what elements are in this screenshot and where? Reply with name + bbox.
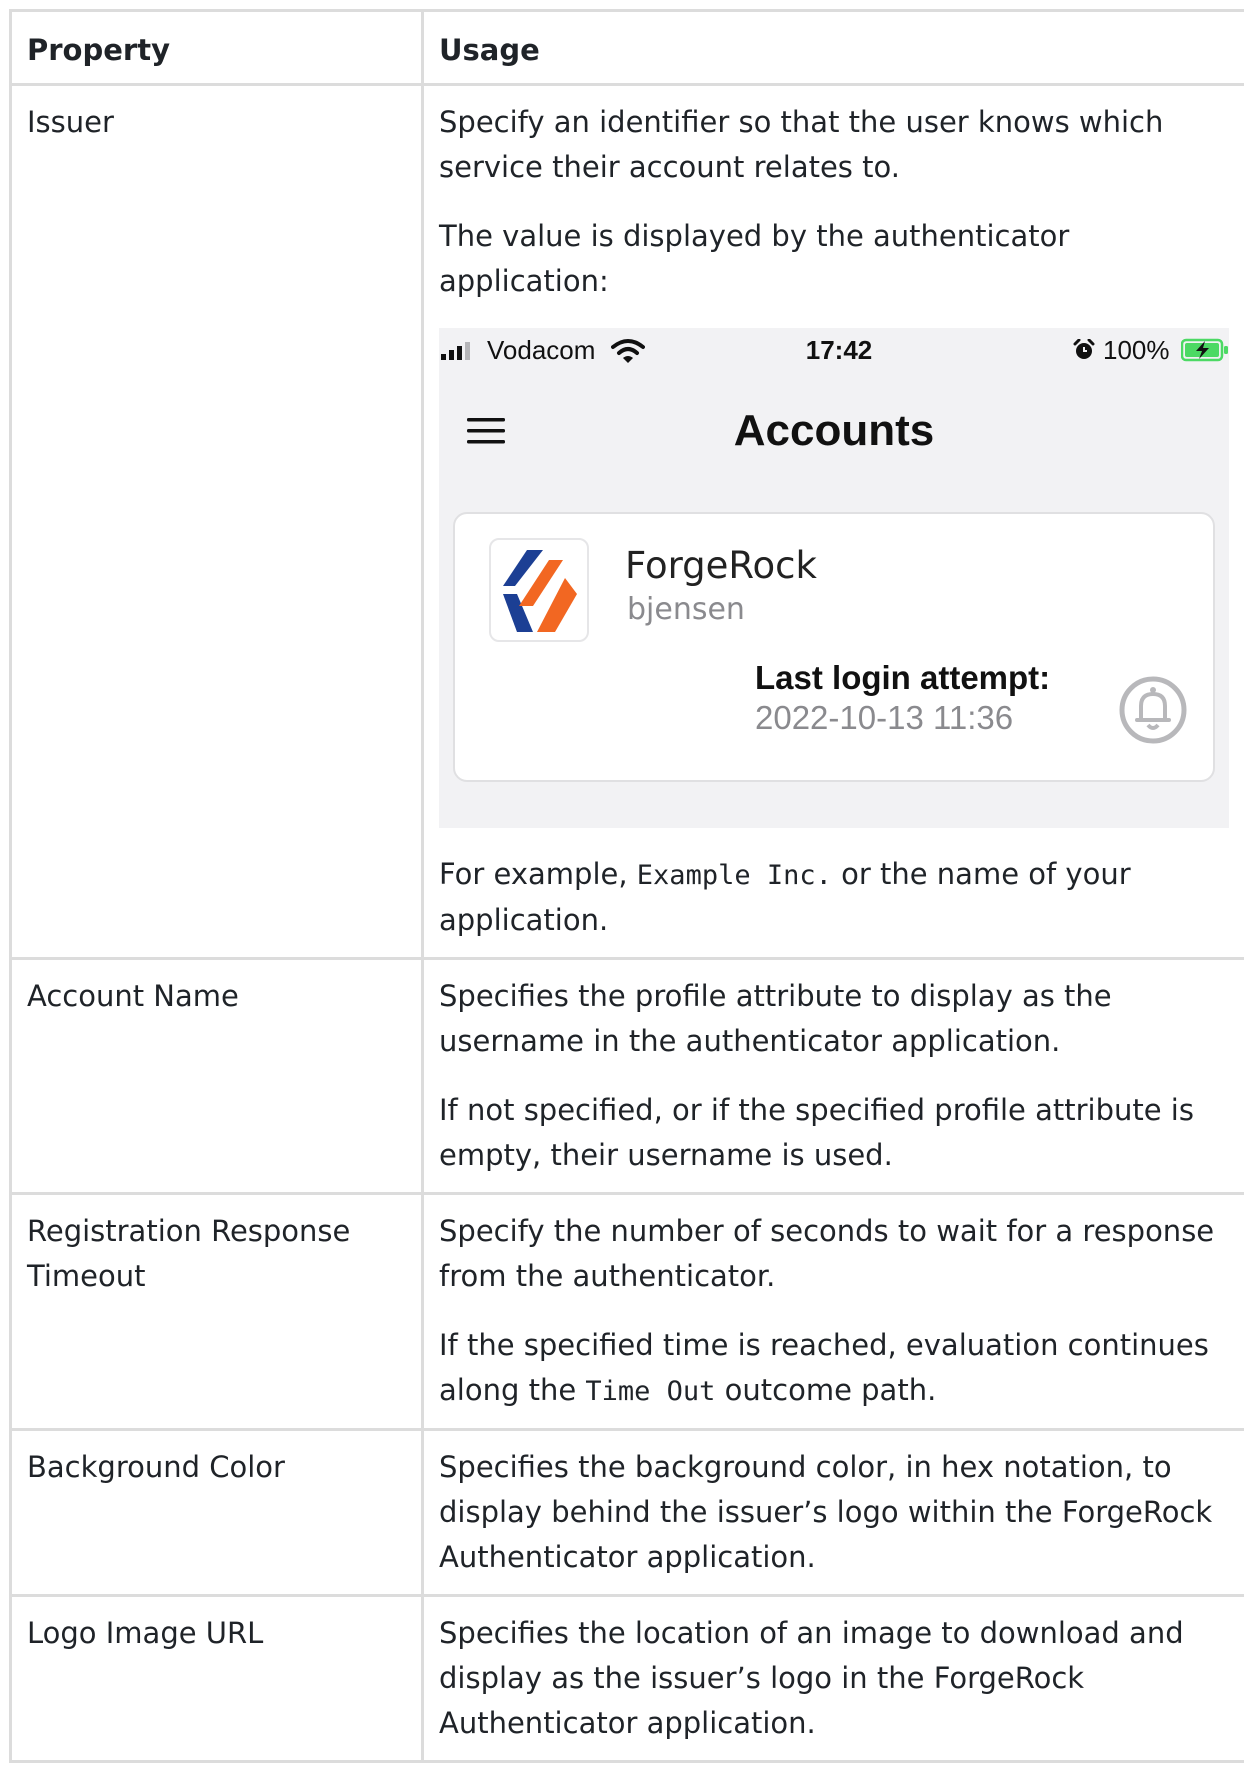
- wifi-icon: [611, 339, 645, 363]
- issuer-logo: [489, 538, 589, 642]
- usage-paragraph: Specifies the profile attribute to displ…: [439, 979, 1112, 1058]
- text-fragment: outcome path.: [715, 1373, 937, 1407]
- carrier-name: Vodacom: [487, 335, 596, 365]
- column-header-property: Property: [9, 9, 424, 86]
- alarm-icon: [1073, 339, 1095, 359]
- battery-percent: 100%: [1103, 335, 1170, 365]
- status-time: 17:42: [805, 335, 873, 365]
- property-name: Logo Image URL: [9, 1594, 424, 1763]
- table-header-row: Property Usage: [9, 9, 1244, 86]
- inline-code: Example Inc.: [636, 860, 832, 891]
- last-login-value: 2022-10-13 11:36: [755, 699, 1014, 736]
- bell-icon[interactable]: [1117, 674, 1189, 746]
- last-login-label: Last login attempt:: [755, 659, 1051, 696]
- usage-paragraph: Specify an identifier so that the user k…: [439, 105, 1164, 184]
- usage-paragraph: Specify the number of seconds to wait fo…: [439, 1214, 1215, 1293]
- table-row: Account Name Specifies the profile attri…: [9, 957, 1244, 1195]
- property-usage: Specify an identifier so that the user k…: [421, 83, 1244, 960]
- table-row: Background Color Specifies the backgroun…: [9, 1428, 1244, 1597]
- property-usage: Specifies the background color, in hex n…: [421, 1428, 1244, 1597]
- property-table: Property Usage Issuer Specify an identif…: [9, 9, 1244, 1763]
- property-name: Registration Response Timeout: [9, 1192, 424, 1431]
- table-row: Issuer Specify an identifier so that the…: [9, 83, 1244, 960]
- property-usage: Specify the number of seconds to wait fo…: [421, 1192, 1244, 1431]
- inline-code: Time Out: [585, 1376, 716, 1407]
- property-name: Issuer: [9, 83, 424, 960]
- property-usage: Specifies the location of an image to do…: [421, 1594, 1244, 1763]
- battery-charging-icon: [1181, 338, 1228, 362]
- usage-paragraph: If the specified time is reached, evalua…: [439, 1323, 1238, 1414]
- account-card[interactable]: ForgeRock bjensen Last login attempt: 20…: [453, 512, 1215, 782]
- usage-paragraph: Specifies the background color, in hex n…: [439, 1450, 1213, 1574]
- column-header-usage: Usage: [421, 9, 1244, 86]
- account-issuer: ForgeRock: [625, 544, 817, 587]
- screen-title: Accounts: [733, 406, 935, 455]
- table-row: Registration Response Timeout Specify th…: [9, 1192, 1244, 1431]
- forgerock-logo-icon: [503, 550, 577, 632]
- account-username: bjensen: [627, 592, 745, 627]
- usage-paragraph: For example, Example Inc. or the name of…: [439, 852, 1238, 943]
- usage-paragraph: The value is displayed by the authentica…: [439, 219, 1070, 298]
- status-bar: Vodacom 17:42 100%: [439, 328, 1229, 372]
- authenticator-screenshot: Vodacom 17:42 100% Accounts ForgeRock bj…: [439, 328, 1229, 828]
- usage-paragraph: If not specified, or if the specified pr…: [439, 1093, 1194, 1172]
- property-usage: Specifies the profile attribute to displ…: [421, 957, 1244, 1195]
- signal-icon: [441, 342, 470, 360]
- table-row: Logo Image URL Specifies the location of…: [9, 1594, 1244, 1763]
- usage-paragraph: Specifies the location of an image to do…: [439, 1616, 1184, 1740]
- text-fragment: For example,: [439, 857, 637, 891]
- property-name: Background Color: [9, 1428, 424, 1597]
- property-name: Account Name: [9, 957, 424, 1195]
